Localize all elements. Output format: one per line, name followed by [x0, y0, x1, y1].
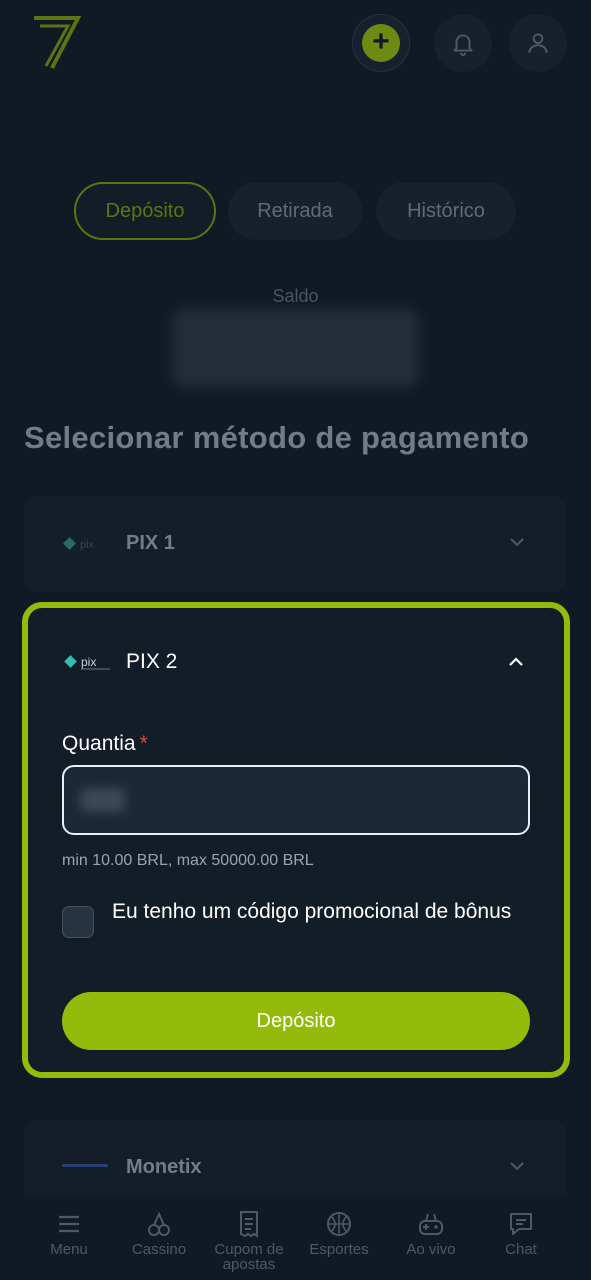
- nav-label: Menu: [50, 1241, 88, 1258]
- chat-icon: [510, 1213, 532, 1235]
- bell-icon: [453, 34, 473, 56]
- balance-value-hidden: [172, 310, 418, 386]
- svg-text:pix: pix: [80, 539, 95, 551]
- amount-label-text: Quantia: [62, 732, 136, 755]
- nav-label: Chat: [505, 1241, 537, 1258]
- pix-logo-icon: pix: [64, 655, 110, 670]
- plus-icon: +: [362, 24, 400, 62]
- nav-label: Cupom de apostas: [214, 1241, 284, 1273]
- profile-button[interactable]: [509, 14, 567, 72]
- pix-logo-icon: pix: [63, 537, 95, 551]
- bottom-navigation: Menu Cassino Cupom de apostas Esportes A…: [0, 1196, 591, 1280]
- nav-sports[interactable]: Esportes: [294, 1210, 384, 1257]
- nav-betslip[interactable]: Cupom de apostas: [204, 1210, 294, 1272]
- svg-text:pix: pix: [81, 655, 96, 669]
- tab-withdraw[interactable]: Retirada: [228, 182, 362, 240]
- section-title: Selecionar método de pagamento: [24, 420, 530, 455]
- menu-icon: [59, 1215, 79, 1233]
- notifications-button[interactable]: [434, 14, 492, 72]
- nav-menu[interactable]: Menu: [24, 1210, 114, 1257]
- promo-code-label[interactable]: Eu tenho um código promocional de bônus: [112, 895, 512, 928]
- method-name: PIX 2: [126, 650, 178, 673]
- user-icon: [528, 33, 548, 53]
- deposit-button[interactable]: Depósito: [62, 992, 530, 1050]
- amount-limits: min 10.00 BRL, max 50000.00 BRL: [62, 852, 314, 869]
- required-mark: *: [139, 732, 148, 755]
- chevron-down-icon: [510, 538, 524, 547]
- nav-casino[interactable]: Cassino: [114, 1210, 204, 1257]
- nav-chat[interactable]: Chat: [476, 1210, 566, 1257]
- payment-method-pix2-header[interactable]: pix PIX 2: [28, 608, 564, 718]
- chevron-up-icon: [509, 657, 523, 666]
- method-name: PIX 1: [126, 532, 175, 554]
- cherries-icon: [148, 1211, 170, 1236]
- method-name: Monetix: [126, 1156, 202, 1178]
- chevron-down-icon: [510, 1162, 524, 1171]
- tab-history[interactable]: Histórico: [376, 182, 516, 240]
- ticket-icon: [240, 1211, 258, 1238]
- amount-value-hidden: [80, 788, 126, 812]
- gamepad-icon: [419, 1213, 443, 1235]
- monetix-logo-icon: [62, 1164, 108, 1167]
- brand-logo: [34, 16, 82, 69]
- balance-label: Saldo: [272, 286, 319, 306]
- nav-live[interactable]: Ao vivo: [386, 1210, 476, 1257]
- payment-method-pix1[interactable]: pix PIX 1: [24, 496, 567, 592]
- tab-deposit[interactable]: Depósito: [74, 182, 216, 240]
- nav-label: Ao vivo: [406, 1241, 456, 1258]
- add-funds-button[interactable]: +: [352, 14, 410, 72]
- payment-method-pix2-card: pix PIX 2 Quantia * min 10.00 BRL, max 50…: [22, 602, 570, 1078]
- nav-label: Cassino: [131, 1241, 187, 1258]
- amount-input[interactable]: [62, 765, 530, 835]
- basketball-icon: [327, 1212, 351, 1236]
- deposit-page: + Depósito Retirada Histórico Saldo Sele…: [0, 0, 591, 1280]
- amount-label: Quantia *: [62, 732, 148, 756]
- nav-label: Esportes: [309, 1241, 369, 1258]
- promo-code-checkbox[interactable]: [62, 906, 94, 938]
